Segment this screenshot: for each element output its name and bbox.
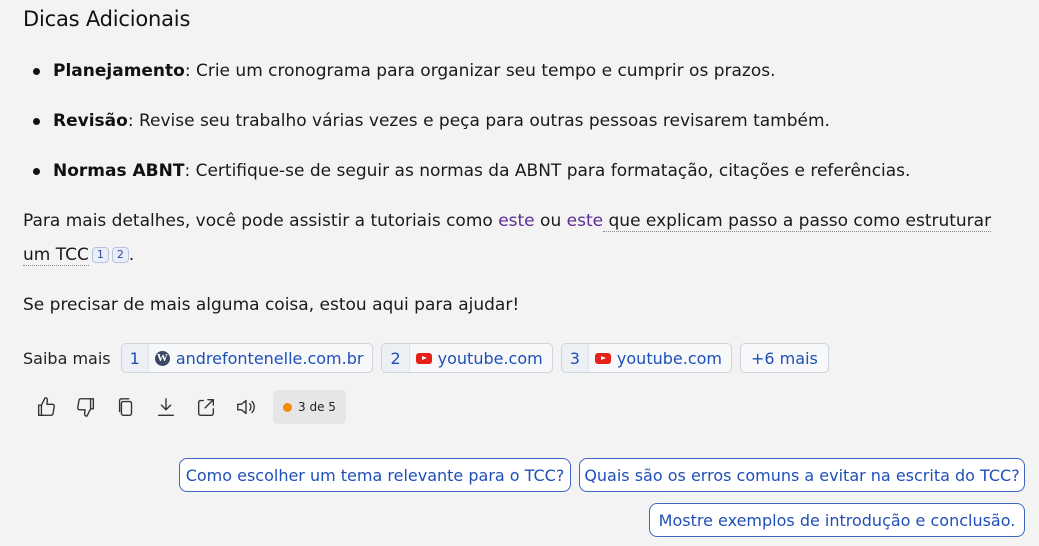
tutorial-link-1[interactable]: este	[498, 211, 534, 231]
source-chip-1[interactable]: 1 Wandrefontenelle.com.br	[120, 343, 374, 373]
source-chip-3[interactable]: 3 youtube.com	[560, 343, 732, 373]
suggestion-button-2[interactable]: Quais são os erros comuns a evitar na es…	[579, 458, 1025, 492]
list-item: Revisão: Revise seu trabalho várias veze…	[0, 108, 1039, 158]
youtube-icon	[415, 352, 432, 364]
suggestion-button-3[interactable]: Mostre exemplos de introdução e conclusã…	[649, 503, 1025, 537]
status-dot	[283, 402, 292, 412]
download-button[interactable]	[151, 392, 181, 422]
source-number: 3	[561, 344, 589, 372]
source-number: 1	[121, 344, 149, 372]
copy-icon	[118, 398, 133, 416]
tip-text: : Crie um cronograma para organizar seu …	[184, 61, 776, 81]
details-text: .	[128, 245, 135, 265]
thumbs-up-icon	[37, 397, 55, 416]
source-site: youtube.com	[616, 348, 722, 368]
youtube-icon	[594, 352, 611, 364]
tip-text: : Certifique-se de seguir as normas da A…	[184, 161, 911, 181]
copy-button[interactable]	[111, 392, 141, 422]
list-item: Planejamento: Crie um cronograma para or…	[0, 58, 1039, 108]
dislike-button[interactable]	[71, 392, 101, 422]
details-paragraph: Para mais detalhes, você pode assistir a…	[23, 204, 1018, 272]
source-site: andrefontenelle.com.br	[175, 348, 364, 368]
counter-text: 3 de 5	[298, 400, 336, 414]
response-counter: 3 de 5	[273, 390, 346, 424]
details-text: Para mais detalhes, você pode assistir a…	[23, 211, 499, 231]
source-chip-2[interactable]: 2 youtube.com	[381, 343, 553, 373]
suggestion-button-1[interactable]: Como escolher um tema relevante para o T…	[179, 458, 571, 492]
citation-2[interactable]: 2	[111, 247, 129, 263]
closing-paragraph: Se precisar de mais alguma coisa, estou …	[23, 295, 520, 315]
more-sources-button[interactable]: +6 mais	[740, 343, 829, 373]
learn-more-bar: Saiba mais 1 Wandrefontenelle.com.br 2 y…	[23, 343, 829, 373]
tip-title: Planejamento	[53, 61, 185, 81]
like-button[interactable]	[31, 392, 61, 422]
speaker-icon	[237, 399, 255, 415]
tip-title: Revisão	[53, 111, 128, 131]
section-heading: Dicas Adicionais	[23, 7, 191, 31]
list-item: Normas ABNT: Certifique-se de seguir as …	[0, 158, 1039, 208]
message-actions: 3 de 5	[31, 389, 346, 425]
source-site: youtube.com	[437, 348, 543, 368]
tips-list: Planejamento: Crie um cronograma para or…	[0, 58, 1039, 208]
read-aloud-button[interactable]	[231, 392, 261, 422]
tip-title: Normas ABNT	[53, 161, 185, 181]
wordpress-icon: W	[154, 350, 170, 366]
share-icon	[197, 398, 215, 416]
tip-text: : Revise seu trabalho várias vezes e peç…	[127, 111, 830, 131]
thumbs-down-icon	[77, 398, 95, 417]
details-text: ou	[534, 211, 567, 231]
tutorial-link-2[interactable]: este	[567, 211, 603, 231]
citation-1[interactable]: 1	[91, 247, 109, 263]
download-icon	[157, 398, 175, 416]
learn-more-label: Saiba mais	[23, 348, 111, 368]
share-button[interactable]	[191, 392, 221, 422]
source-number: 2	[382, 344, 410, 372]
